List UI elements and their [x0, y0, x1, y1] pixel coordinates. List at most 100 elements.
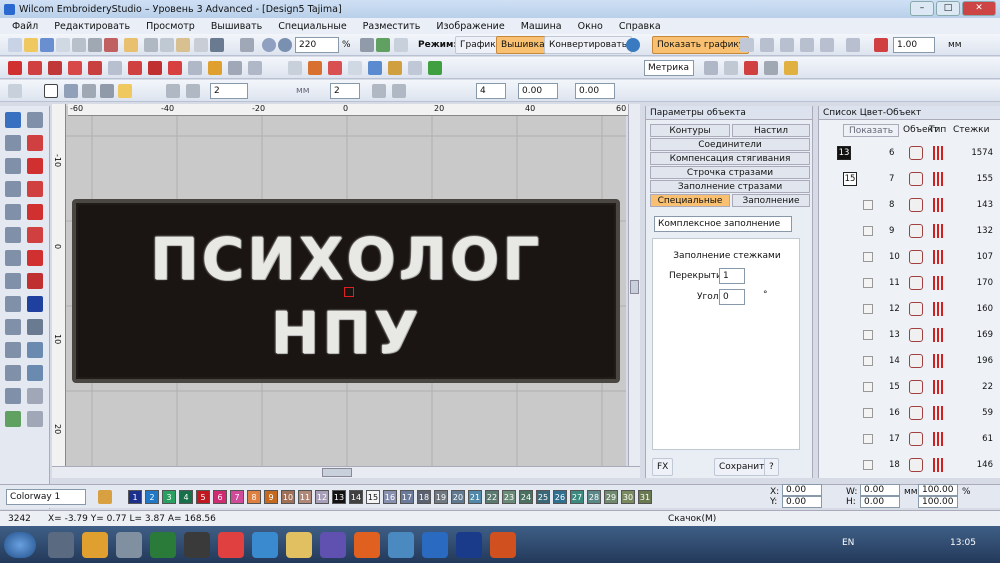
stitch-tool-icon[interactable] — [228, 61, 242, 75]
stitch-tool-icon[interactable] — [68, 61, 82, 75]
tool-icon[interactable] — [27, 273, 43, 289]
pen-color-icon[interactable] — [874, 38, 888, 52]
tool-icon[interactable] — [5, 204, 21, 220]
canvas-hscrollbar[interactable] — [52, 466, 640, 478]
h-field[interactable]: 0.00 — [860, 496, 900, 508]
tool-icon[interactable] — [27, 250, 43, 266]
color-swatch[interactable]: 16 — [383, 490, 397, 504]
color-swatch[interactable]: 12 — [315, 490, 329, 504]
tool-icon[interactable] — [27, 342, 43, 358]
grid-icon[interactable] — [376, 38, 390, 52]
tool-icon[interactable] — [27, 158, 43, 174]
color-swatch[interactable]: 24 — [519, 490, 533, 504]
highlight-icon[interactable] — [118, 84, 132, 98]
tool-icon[interactable] — [27, 112, 43, 128]
print-icon[interactable] — [88, 38, 102, 52]
arrange-icon[interactable] — [846, 38, 860, 52]
color-swatch[interactable]: 10 — [281, 490, 295, 504]
color-swatch[interactable]: 26 — [553, 490, 567, 504]
tab-connectors[interactable]: Соединители — [650, 138, 810, 151]
taskbar-app-icon[interactable] — [150, 532, 176, 558]
color-swatch[interactable]: 17 — [400, 490, 414, 504]
color-swatch[interactable]: 29 — [604, 490, 618, 504]
color-swatch[interactable]: 6 — [213, 490, 227, 504]
stitch-tool-icon[interactable] — [288, 61, 302, 75]
scale-w-field[interactable]: 100.00 — [918, 484, 958, 496]
color-swatch[interactable]: 18 — [417, 490, 431, 504]
y-field[interactable]: 0.00 — [782, 496, 822, 508]
skew-icon[interactable] — [392, 84, 406, 98]
lock-icon[interactable] — [800, 38, 814, 52]
group-icon[interactable] — [760, 38, 774, 52]
fit-icon[interactable] — [360, 38, 374, 52]
stitch-tool-icon[interactable] — [408, 61, 422, 75]
taskbar-app-icon[interactable] — [286, 532, 312, 558]
menu-item[interactable]: Файл — [12, 21, 38, 32]
tool-icon[interactable] — [27, 181, 43, 197]
field-2[interactable]: 2 — [330, 83, 360, 99]
rotate-icon[interactable] — [186, 84, 200, 98]
color-swatch[interactable]: 3 — [162, 490, 176, 504]
shape-icon[interactable] — [100, 84, 114, 98]
table-row[interactable]: 12 160 — [819, 298, 1000, 324]
color-swatch[interactable]: 23 — [502, 490, 516, 504]
help-button[interactable]: ? — [764, 458, 779, 476]
stitch-tool-icon[interactable] — [168, 61, 182, 75]
stitch-tool-icon[interactable] — [128, 61, 142, 75]
node-icon[interactable] — [82, 84, 96, 98]
color-swatch[interactable]: 27 — [570, 490, 584, 504]
table-row[interactable]: 18 146 — [819, 454, 1000, 480]
tool-icon[interactable] — [5, 135, 21, 151]
tab-rhinestone-run[interactable]: Строчка стразами — [650, 166, 810, 179]
settings-icon[interactable] — [8, 84, 22, 98]
taskbar-app-icon[interactable] — [82, 532, 108, 558]
color-swatch[interactable]: 8 — [247, 490, 261, 504]
tool-icon[interactable] — [5, 112, 21, 128]
table-row[interactable]: 13 6 1574 — [819, 142, 1000, 168]
patch-text-line2[interactable]: НПУ — [76, 299, 616, 367]
color-swatch[interactable]: 4 — [179, 490, 193, 504]
color-swatch[interactable]: 30 — [621, 490, 635, 504]
color-swatch[interactable]: 31 — [638, 490, 652, 504]
color-swatch[interactable]: 7 — [230, 490, 244, 504]
menu-item[interactable]: Изображение — [436, 21, 504, 32]
table-row[interactable]: 16 59 — [819, 402, 1000, 428]
view-icon[interactable] — [394, 38, 408, 52]
fill-type-select[interactable]: Комплексное заполнение — [654, 216, 792, 232]
tool-icon[interactable] — [5, 158, 21, 174]
stitch-tool-icon[interactable] — [88, 61, 102, 75]
menu-item[interactable]: Машина — [521, 21, 562, 32]
language-indicator[interactable]: EN — [842, 538, 854, 548]
fx-button[interactable]: FX — [652, 458, 674, 476]
pen-width-field[interactable]: 1.00 — [893, 37, 935, 53]
tool-icon[interactable] — [5, 342, 21, 358]
show-button[interactable]: Показать — [843, 124, 899, 137]
tool-icon[interactable] — [27, 135, 43, 151]
tab-outlines[interactable]: Контуры — [650, 124, 730, 137]
close-button[interactable]: ✕ — [962, 1, 996, 16]
canvas-vscrollbar[interactable] — [628, 104, 640, 466]
field-4[interactable]: 0.00 — [518, 83, 558, 99]
tab-special[interactable]: Специальные — [650, 194, 730, 207]
view-tool-icon[interactable] — [744, 61, 758, 75]
units-select[interactable]: Метрика — [644, 60, 694, 76]
tool-icon[interactable] — [5, 296, 21, 312]
color-swatch[interactable]: 15 — [366, 490, 380, 504]
color-swatch[interactable]: 20 — [451, 490, 465, 504]
stitch-tool-icon[interactable] — [328, 61, 342, 75]
print-preview-icon[interactable] — [72, 38, 86, 52]
tab-fill[interactable]: Заполнение — [732, 194, 810, 207]
stitch-tool-icon[interactable] — [28, 61, 42, 75]
tool-icon[interactable] — [27, 319, 43, 335]
taskbar-app-icon[interactable] — [354, 532, 380, 558]
color-swatch[interactable]: 25 — [536, 490, 550, 504]
undo-icon[interactable] — [210, 38, 224, 52]
color-swatch[interactable]: 5 — [196, 490, 210, 504]
color-swatch[interactable]: 19 — [434, 490, 448, 504]
view-tool-icon[interactable] — [704, 61, 718, 75]
stitch-tool-icon[interactable] — [348, 61, 362, 75]
select-tool-icon[interactable] — [64, 84, 78, 98]
tool-icon[interactable] — [5, 411, 21, 427]
color-swatch[interactable]: 1 — [128, 490, 142, 504]
tab-satin[interactable]: Настил — [732, 124, 810, 137]
